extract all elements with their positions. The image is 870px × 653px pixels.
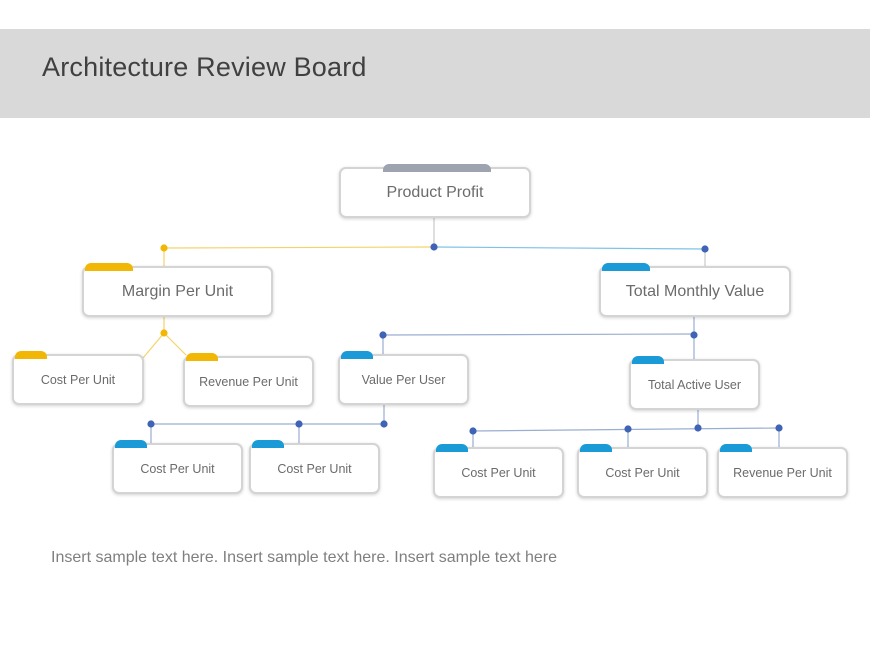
node-revenue-per-unit[interactable]: Revenue Per Unit: [717, 444, 848, 498]
node-accent-tab: [632, 356, 664, 364]
junction-dot: [430, 243, 438, 251]
node-accent-tab: [436, 444, 468, 452]
node-product-profit[interactable]: Product Profit: [339, 164, 531, 218]
node-label: Cost Per Unit: [140, 461, 215, 476]
node-label: Cost Per Unit: [40, 372, 116, 387]
junction-dot: [694, 424, 702, 432]
node-revenue-per-unit[interactable]: Revenue Per Unit: [183, 353, 314, 407]
junction-dot: [160, 244, 168, 252]
node-cost-per-unit[interactable]: Cost Per Unit: [433, 444, 564, 498]
sample-text: Insert sample text here. Insert sample t…: [51, 549, 558, 566]
node-cost-per-unit[interactable]: Cost Per Unit: [249, 440, 380, 494]
node-margin-per-unit[interactable]: Margin Per Unit: [82, 263, 273, 317]
node-accent-tab: [580, 444, 612, 452]
node-label: Cost Per Unit: [277, 461, 352, 476]
junction-dot: [380, 420, 388, 428]
junction-dot: [295, 420, 303, 428]
connector-margin-left: [142, 332, 165, 359]
node-accent-tab: [602, 263, 650, 271]
node-accent-tab: [252, 440, 284, 448]
connector-margin-right: [163, 332, 187, 356]
node-accent-tab: [186, 353, 218, 361]
connector-root-right: [433, 246, 706, 250]
node-cost-per-unit[interactable]: Cost Per Unit: [12, 351, 144, 405]
node-label: Total Active User: [647, 377, 742, 392]
junction-dot: [701, 245, 709, 253]
junction-dot: [624, 425, 632, 433]
node-accent-tab: [341, 351, 373, 359]
node-label: Revenue Per Unit: [733, 465, 832, 480]
junction-dot: [379, 331, 387, 339]
junction-dot: [775, 424, 783, 432]
node-label: Margin Per Unit: [121, 282, 234, 300]
node-label: Cost Per Unit: [461, 465, 536, 480]
connector-root-left: [163, 246, 435, 249]
node-label: Cost Per Unit: [605, 465, 680, 480]
node-total-monthly-value[interactable]: Total Monthly Value: [599, 263, 791, 317]
node-label: Product Profit: [386, 183, 484, 201]
junction-dot: [690, 331, 698, 339]
node-label: Total Monthly Value: [625, 282, 765, 300]
junction-dot: [160, 329, 168, 337]
node-accent-tab: [15, 351, 47, 359]
node-cost-per-unit[interactable]: Cost Per Unit: [112, 440, 243, 494]
node-label: Revenue Per Unit: [199, 374, 298, 389]
node-accent-tab: [115, 440, 147, 448]
junction-dot: [469, 427, 477, 435]
node-total-active-user[interactable]: Total Active User: [629, 356, 760, 410]
node-accent-tab: [85, 263, 133, 271]
connector-tmv-bar: [382, 333, 695, 336]
node-accent-tab: [383, 164, 491, 172]
node-cost-per-unit[interactable]: Cost Per Unit: [577, 444, 708, 498]
node-label: Value Per User: [361, 372, 446, 387]
junction-dot: [147, 420, 155, 428]
node-accent-tab: [720, 444, 752, 452]
node-value-per-user[interactable]: Value Per User: [338, 351, 469, 405]
